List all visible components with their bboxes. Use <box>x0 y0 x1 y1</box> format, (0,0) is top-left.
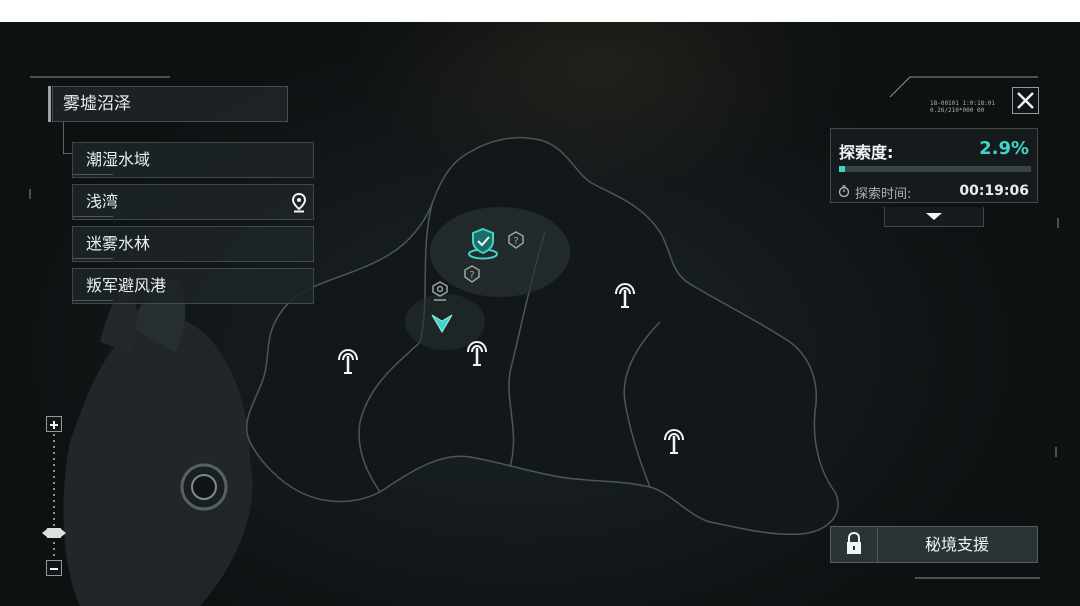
realm-support-button[interactable]: 秘境支援 <box>830 526 1038 563</box>
signal-tower-icon[interactable] <box>335 346 361 376</box>
signal-tower-icon[interactable] <box>661 426 687 456</box>
timer-icon <box>838 185 850 197</box>
shield-marker-icon[interactable] <box>466 226 500 260</box>
exploration-panel: 探索度: 2.9% 探索时间: 00:19:06 <box>830 128 1038 203</box>
subregion-label: 潮湿水域 <box>86 150 151 169</box>
exploration-percent: 2.9% <box>979 138 1029 159</box>
minus-icon <box>50 568 58 570</box>
unknown-marker-icon[interactable]: ? <box>462 264 482 284</box>
lock-indicator <box>831 527 878 562</box>
close-button[interactable] <box>1012 87 1039 114</box>
waypoint-icon[interactable] <box>430 280 450 302</box>
explored-area <box>430 207 570 297</box>
hud-code: 18-00101 1:0:18:01 0.26/210*000 00 <box>930 100 996 114</box>
exploration-label: 探索度: <box>839 143 894 162</box>
lock-icon <box>847 531 861 554</box>
zoom-out-button[interactable] <box>46 560 62 576</box>
subregion-item[interactable]: 浅湾 <box>72 184 314 220</box>
subregion-item[interactable]: 叛军避风港 <box>72 268 314 304</box>
exploration-progress-fill <box>839 166 845 172</box>
game-screen: 雾墟沼泽 潮湿水域 浅湾 迷雾水林 叛军避风港 18-00101 1:0:18:… <box>0 22 1080 606</box>
realm-support-label: 秘境支援 <box>924 535 989 554</box>
svg-text:?: ? <box>469 270 474 281</box>
exploration-time-label: 探索时间: <box>855 187 912 202</box>
signal-tower-icon[interactable] <box>612 280 638 310</box>
svg-text:?: ? <box>513 236 518 247</box>
mech-hand-decoration <box>63 279 253 606</box>
subregion-label: 叛军避风港 <box>86 276 167 295</box>
subregion-item[interactable]: 迷雾水林 <box>72 226 314 262</box>
signal-tower-icon[interactable] <box>464 338 490 368</box>
region-title-label: 雾墟沼泽 <box>63 94 131 114</box>
zoom-in-button[interactable] <box>46 416 62 432</box>
tree-connector <box>63 122 64 154</box>
player-arrow-icon <box>431 314 453 333</box>
exploration-progress-bar <box>839 166 1031 172</box>
map-landmass <box>245 136 839 536</box>
subregion-list: 潮湿水域 浅湾 迷雾水林 叛军避风港 <box>72 142 314 310</box>
map-pin-icon[interactable] <box>291 193 307 213</box>
plus-icon <box>50 421 58 429</box>
zoom-slider-handle[interactable] <box>42 526 66 540</box>
subregion-item[interactable]: 潮湿水域 <box>72 142 314 178</box>
chevron-down-icon <box>926 213 942 220</box>
subregion-label: 迷雾水林 <box>86 234 151 253</box>
region-title[interactable]: 雾墟沼泽 <box>48 86 288 122</box>
expand-panel-button[interactable] <box>884 207 984 227</box>
subregion-label: 浅湾 <box>86 192 119 211</box>
exploration-time-value: 00:19:06 <box>959 183 1029 199</box>
unknown-marker-icon[interactable]: ? <box>506 230 526 250</box>
close-icon <box>1017 92 1034 109</box>
